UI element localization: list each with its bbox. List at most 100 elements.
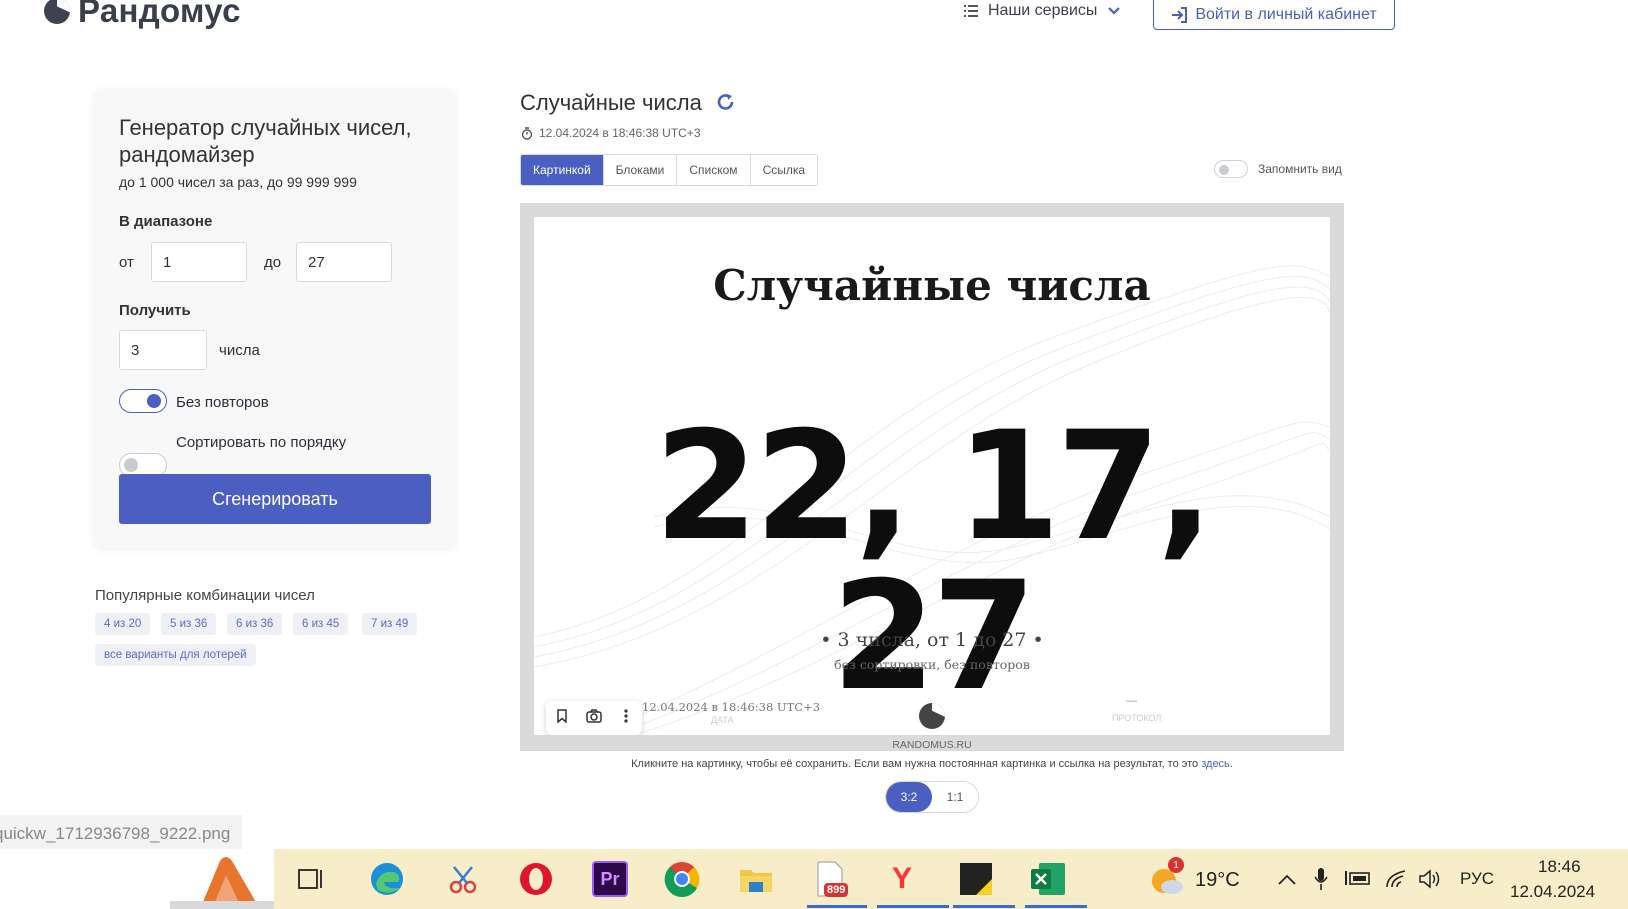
premiere-pro-icon[interactable]: Pr — [592, 861, 628, 897]
range-to-input[interactable]: 27 — [296, 242, 392, 282]
image-site-label: RANDOMUS.RU — [892, 739, 972, 751]
more-vertical-icon[interactable] — [610, 709, 642, 727]
battery-icon[interactable] — [1345, 869, 1371, 887]
chip-7-of-49[interactable]: 7 из 49 — [362, 613, 418, 635]
chevron-up-icon[interactable] — [1278, 874, 1296, 886]
services-label: Наши сервисы — [988, 2, 1098, 19]
generator-card: Генератор случайных чисел, рандомайзер д… — [95, 90, 455, 548]
download-filename-text: quickw_1712936798_9222.png — [0, 824, 231, 843]
clock-date[interactable]: 12.04.2024 — [1510, 882, 1595, 902]
aspect-ratio-switch: 3:2 1:1 — [885, 781, 979, 813]
task-view-icon[interactable] — [293, 861, 329, 897]
pdf-badge: 899 — [824, 883, 849, 897]
range-label: В диапазоне — [119, 213, 213, 230]
weather-badge: 1 — [1168, 857, 1184, 873]
tab-link[interactable]: Ссылка — [750, 155, 818, 185]
no-repeat-label: Без повторов — [176, 394, 269, 411]
active-app-indicator — [877, 905, 949, 908]
chrome-icon[interactable] — [664, 861, 700, 897]
camera-icon[interactable] — [578, 709, 610, 727]
popular-title: Популярные комбинации чисел — [95, 587, 315, 604]
view-tabs: Картинкой Блоками Списком Ссылка — [520, 154, 819, 186]
sort-label: Сортировать по порядку — [176, 434, 347, 451]
remember-view-label: Запомнить вид — [1258, 162, 1342, 176]
windows-taskbar: Pr 899 Y 1 19°C РУС 18:46 12.04.2024 — [0, 849, 1628, 909]
tab-picture[interactable]: Картинкой — [521, 155, 604, 185]
file-explorer-icon[interactable] — [738, 861, 774, 897]
timestamp-text: 12.04.2024 в 18:46:38 UTC+3 — [539, 126, 701, 140]
result-image[interactable]: Случайные числа 22, 17, 27 • 3 числа, от… — [520, 203, 1344, 751]
sign-in-icon — [1172, 7, 1188, 23]
to-label: до — [264, 254, 282, 271]
result-header: Случайные числа — [520, 90, 736, 116]
generate-button[interactable]: Сгенерировать — [119, 474, 431, 524]
chip-6-of-36[interactable]: 6 из 36 — [227, 613, 283, 635]
site-logo[interactable]: Рандомус — [44, 0, 241, 30]
save-hint-text: Кликните на картинку, чтобы её сохранить… — [631, 758, 1202, 770]
lamp-icon[interactable] — [170, 853, 274, 909]
generator-title: Генератор случайных чисел, рандомайзер — [119, 115, 412, 167]
edge-icon[interactable] — [369, 861, 405, 897]
image-summary-sub: без сортировки, без повторов — [834, 657, 1030, 672]
image-logo-icon — [919, 703, 945, 729]
tab-blocks[interactable]: Блоками — [603, 155, 678, 185]
active-app-indicator — [1025, 905, 1087, 908]
image-footer-date-label: ДАТА — [711, 715, 734, 725]
chevron-down-icon — [1108, 7, 1121, 15]
all-lottery-variants-link[interactable]: все варианты для лотерей — [95, 644, 256, 666]
volume-icon[interactable] — [1418, 869, 1442, 889]
weather-widget[interactable]: 1 — [1150, 857, 1186, 900]
image-summary: • 3 числа, от 1 до 27 • — [820, 629, 1044, 651]
list-icon — [964, 5, 978, 17]
get-label: Получить — [119, 302, 191, 319]
image-toolbar — [546, 701, 642, 735]
remember-view: Запомнить вид — [1214, 160, 1342, 178]
result-image-canvas: Случайные числа 22, 17, 27 • 3 числа, от… — [534, 217, 1330, 735]
snipping-tool-icon[interactable] — [445, 861, 481, 897]
image-footer-protocol-label: ПРОТОКОЛ — [1112, 713, 1162, 723]
count-unit: числа — [219, 342, 260, 359]
from-label: от — [119, 254, 134, 271]
result-title: Случайные числа — [520, 90, 702, 115]
refresh-icon[interactable] — [716, 93, 736, 113]
generator-subtitle: до 1 000 чисел за раз, до 99 999 999 — [119, 174, 357, 190]
remember-view-toggle[interactable] — [1214, 160, 1248, 178]
services-menu[interactable]: Наши сервисы — [964, 2, 1121, 20]
download-filename[interactable]: quickw_1712936798_9222.png — [0, 815, 242, 849]
login-label: Войти в личный кабинет — [1195, 6, 1377, 23]
pdf-document-icon[interactable]: 899 — [812, 861, 849, 897]
save-hint: Кликните на картинку, чтобы её сохранить… — [520, 758, 1344, 770]
active-app-indicator — [807, 905, 867, 908]
image-title: Случайные числа — [713, 261, 1151, 310]
excel-icon[interactable] — [1030, 861, 1066, 897]
permalink-link[interactable]: здесь — [1201, 758, 1230, 770]
opera-icon[interactable] — [518, 861, 554, 897]
login-button[interactable]: Войти в личный кабинет — [1153, 0, 1395, 30]
count-input[interactable]: 3 — [119, 330, 207, 370]
no-repeat-toggle[interactable] — [119, 389, 167, 413]
chip-5-of-36[interactable]: 5 из 36 — [161, 613, 217, 635]
taskbar-left-area — [0, 849, 274, 909]
logo-icon — [44, 0, 70, 24]
chip-6-of-45[interactable]: 6 из 45 — [293, 613, 349, 635]
ratio-1-1[interactable]: 1:1 — [932, 782, 978, 812]
range-from-input[interactable]: 1 — [151, 242, 247, 282]
save-hint-end: . — [1229, 758, 1233, 770]
wifi-icon[interactable] — [1385, 869, 1407, 889]
active-app-indicator — [953, 905, 1015, 908]
language-indicator[interactable]: РУС — [1460, 869, 1494, 889]
weather-temp: 19°C — [1195, 869, 1240, 891]
chip-4-of-20[interactable]: 4 из 20 — [95, 613, 151, 635]
tab-list[interactable]: Списком — [677, 155, 751, 185]
logo-text: Рандомус — [78, 0, 241, 29]
image-footer-protocol-value: — — [1126, 695, 1137, 707]
stopwatch-icon — [521, 126, 533, 140]
yandex-browser-icon[interactable]: Y — [884, 861, 920, 897]
clock-time[interactable]: 18:46 — [1538, 857, 1581, 877]
ratio-3-2[interactable]: 3:2 — [886, 782, 932, 812]
image-footer-date: 12.04.2024 в 18:46:38 UTC+3 — [642, 700, 821, 714]
bookmark-icon[interactable] — [546, 709, 578, 727]
sticky-notes-icon[interactable] — [958, 861, 994, 897]
microphone-icon[interactable] — [1314, 867, 1328, 891]
result-timestamp: 12.04.2024 в 18:46:38 UTC+3 — [521, 126, 701, 140]
